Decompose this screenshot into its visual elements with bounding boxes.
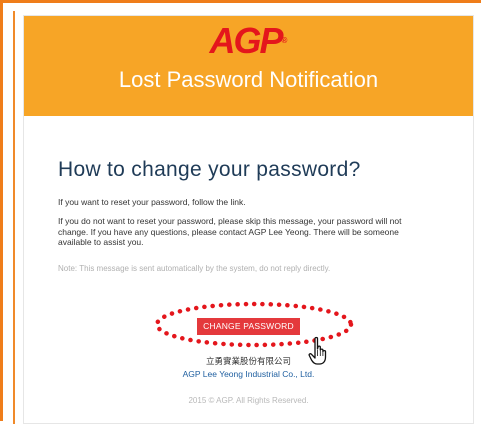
screenshot-frame: AGP® Lost Password Notification How to c… (0, 0, 481, 424)
logo-text: AGP (209, 20, 284, 61)
copyright-text: 2015 © AGP. All Rights Reserved. (188, 396, 309, 405)
instruction-text: If you want to reset your password, foll… (58, 197, 246, 207)
section-heading: How to change your password? (58, 158, 361, 181)
agp-logo: AGP® (24, 21, 473, 61)
company-name-chinese: 立勇實業股份有限公司 (205, 356, 291, 366)
header-banner: AGP® Lost Password Notification (24, 16, 473, 116)
email-card: AGP® Lost Password Notification How to c… (23, 15, 474, 424)
company-name-english[interactable]: AGP Lee Yeong Industrial Co., Ltd. (24, 369, 473, 380)
page-title: Lost Password Notification (118, 67, 379, 92)
frame-rule (13, 11, 15, 424)
registered-mark: ® (281, 36, 288, 45)
skip-message-text: If you do not want to reset your passwor… (58, 216, 402, 247)
auto-message-note: Note: This message is sent automatically… (58, 264, 331, 273)
